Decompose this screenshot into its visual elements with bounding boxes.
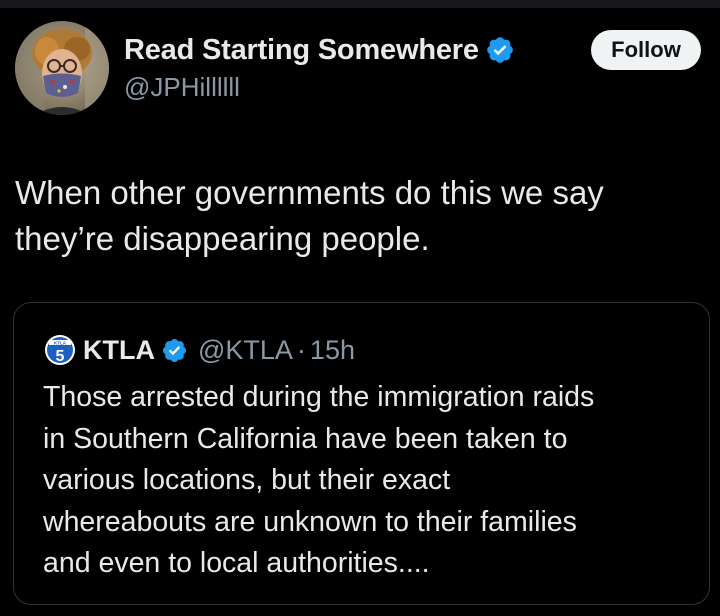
quoted-tweet-header: KTLA 5 KTLA @KTLA · 15h [45, 332, 355, 368]
author-name-row: Read Starting Somewhere [124, 30, 515, 70]
separator-dot: · [296, 334, 306, 365]
quoted-text-line: in Southern California have been taken t… [43, 422, 568, 455]
quoted-display-name[interactable]: KTLA [83, 335, 155, 366]
quoted-tweet-card[interactable]: KTLA 5 KTLA @KTLA · 15h Those arrested d… [13, 302, 710, 605]
top-strip [0, 0, 720, 8]
quoted-tweet-text: Those arrested during the immigration ra… [43, 377, 703, 585]
tweet-text-line: they’re disappearing people. [15, 220, 430, 257]
svg-text:5: 5 [56, 348, 65, 365]
quoted-text-line: various locations, but their exact [43, 464, 451, 496]
svg-text:KTLA: KTLA [54, 340, 67, 345]
quoted-timestamp[interactable]: 15h [310, 335, 355, 366]
follow-button[interactable]: Follow [591, 30, 701, 70]
ktla-5-logo-icon[interactable]: KTLA 5 [45, 335, 75, 365]
verified-badge-icon [162, 338, 187, 362]
quoted-handle[interactable]: @KTLA [198, 335, 293, 366]
quoted-text-line: and even to local authorities.... [43, 547, 430, 579]
author-display-name[interactable]: Read Starting Somewhere [124, 34, 479, 67]
verified-badge-icon [486, 37, 513, 63]
author-handle[interactable]: @JPHillllll [124, 72, 240, 103]
tweet-text: When other governments do this we say th… [15, 170, 705, 262]
author-avatar[interactable] [15, 21, 109, 115]
quoted-text-line: whereabouts are unknown to their familie… [43, 505, 577, 538]
quoted-text-line: Those arrested during the immigration ra… [43, 381, 595, 413]
tweet-text-line: When other governments do this we say [15, 174, 604, 211]
